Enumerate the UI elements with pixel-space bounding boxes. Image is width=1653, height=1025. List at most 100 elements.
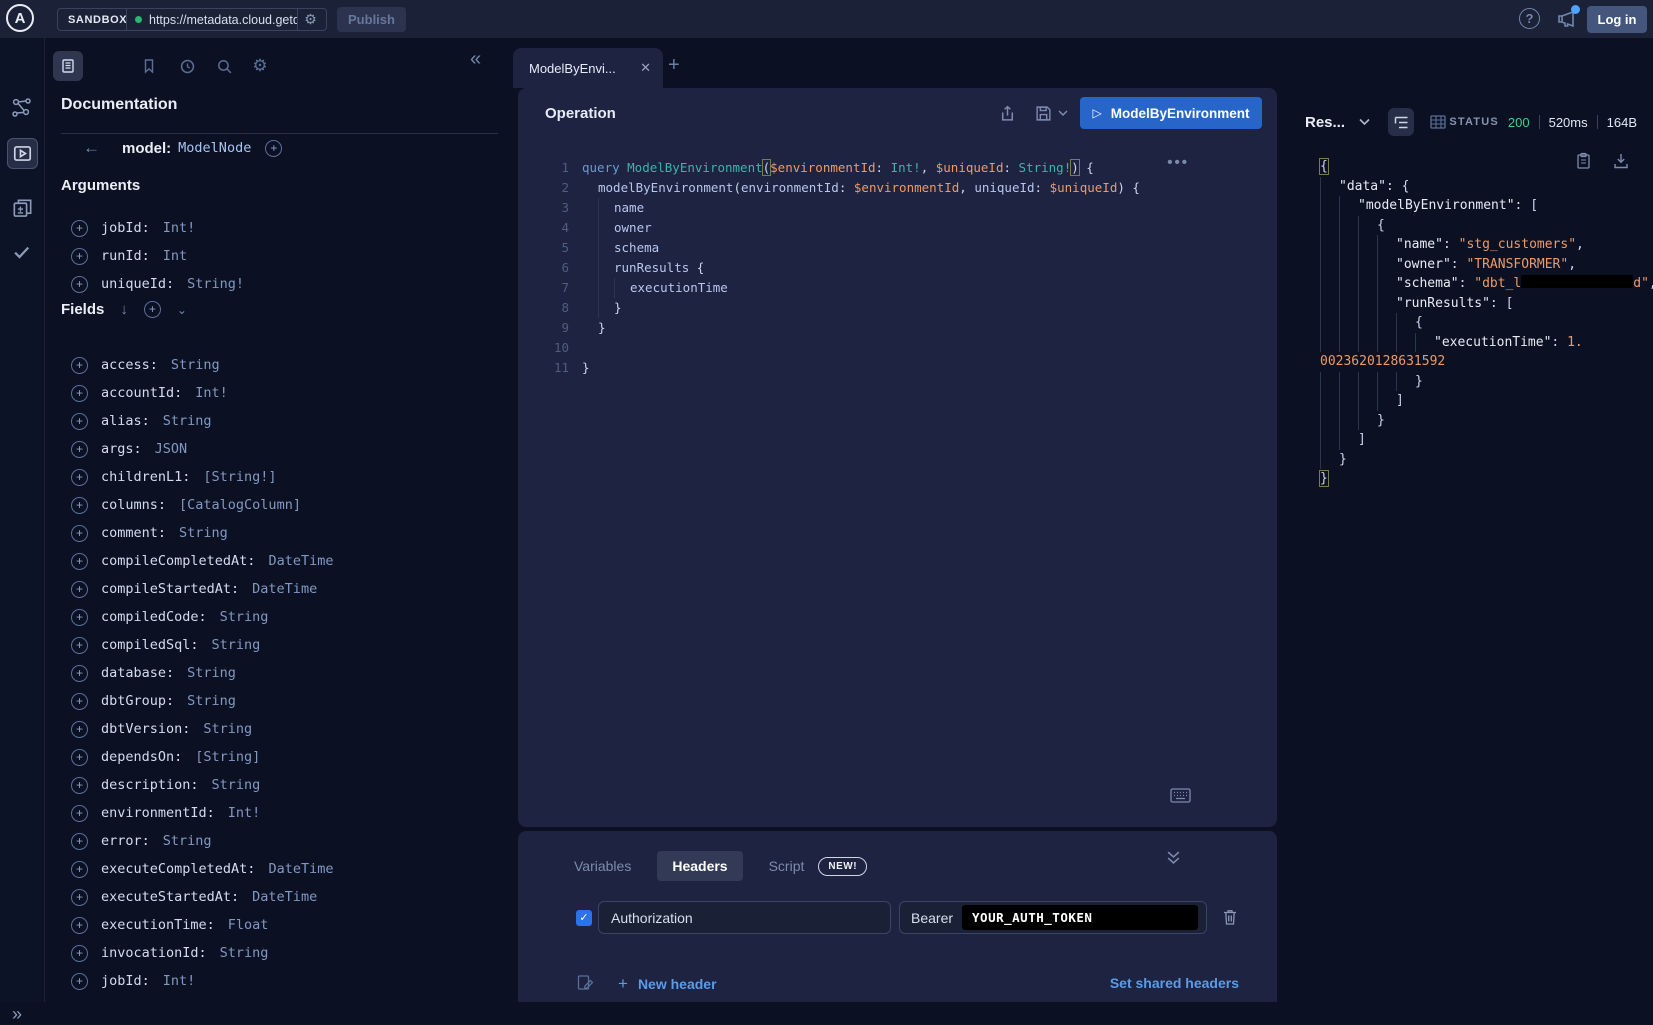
- response-chevron-icon[interactable]: [1359, 118, 1370, 126]
- doc-field-row[interactable]: +columns:[CatalogColumn]: [61, 491, 501, 519]
- operation-collections-icon[interactable]: [10, 196, 34, 220]
- add-field-icon[interactable]: +: [71, 357, 88, 374]
- set-shared-headers-button[interactable]: Set shared headers: [1110, 975, 1239, 991]
- search-icon[interactable]: [212, 54, 236, 78]
- endpoint-url[interactable]: https://metadata.cloud.getd: [149, 13, 297, 27]
- field-type[interactable]: DateTime: [268, 553, 333, 569]
- field-type[interactable]: String: [220, 609, 269, 625]
- new-header-button[interactable]: + New header: [618, 974, 717, 994]
- doc-field-row[interactable]: +dependsOn:[String]: [61, 743, 501, 771]
- add-field-icon[interactable]: +: [71, 637, 88, 654]
- doc-field-row[interactable]: +compiledCode:String: [61, 603, 501, 631]
- doc-field-row[interactable]: +dbtVersion:String: [61, 715, 501, 743]
- doc-field-row[interactable]: +compileStartedAt:DateTime: [61, 575, 501, 603]
- field-type[interactable]: String: [203, 721, 252, 737]
- add-field-icon[interactable]: +: [71, 581, 88, 598]
- help-icon[interactable]: ?: [1519, 8, 1540, 29]
- field-type[interactable]: DateTime: [252, 581, 317, 597]
- run-operation-button[interactable]: ▷ ModelByEnvironment: [1080, 97, 1262, 129]
- field-type[interactable]: Int!: [163, 973, 196, 989]
- share-icon[interactable]: [996, 102, 1018, 124]
- checks-icon[interactable]: [10, 240, 34, 264]
- documentation-tab-icon[interactable]: [53, 51, 83, 81]
- edit-headers-json-icon[interactable]: [576, 974, 594, 992]
- field-type[interactable]: [CatalogColumn]: [179, 497, 301, 513]
- doc-field-row[interactable]: +database:String: [61, 659, 501, 687]
- add-field-icon[interactable]: +: [71, 413, 88, 430]
- field-type[interactable]: Int!: [195, 385, 228, 401]
- model-type-link[interactable]: ModelNode: [178, 140, 251, 156]
- add-field-icon[interactable]: +: [71, 276, 88, 293]
- add-field-icon[interactable]: +: [71, 861, 88, 878]
- add-field-icon[interactable]: +: [71, 945, 88, 962]
- doc-field-row[interactable]: +uniqueId:String!: [61, 270, 501, 298]
- doc-field-row[interactable]: +jobId:Int!: [61, 214, 501, 242]
- collapse-bottom-panel-icon[interactable]: [1166, 851, 1181, 864]
- doc-field-row[interactable]: +description:String: [61, 771, 501, 799]
- doc-field-row[interactable]: +invocationId:String: [61, 939, 501, 967]
- doc-field-row[interactable]: +executeCompletedAt:DateTime: [61, 855, 501, 883]
- back-arrow-icon[interactable]: ←: [83, 138, 100, 158]
- add-field-icon[interactable]: +: [71, 973, 88, 990]
- add-field-icon[interactable]: +: [71, 525, 88, 542]
- tree-view-toggle-icon[interactable]: [1388, 108, 1414, 136]
- doc-field-row[interactable]: +executeStartedAt:DateTime: [61, 883, 501, 911]
- header-value-input[interactable]: Bearer YOUR_AUTH_TOKEN: [899, 901, 1207, 934]
- doc-field-row[interactable]: +access:String: [61, 351, 501, 379]
- add-field-icon[interactable]: +: [71, 609, 88, 626]
- header-enabled-checkbox[interactable]: ✓: [576, 910, 592, 926]
- tab-script[interactable]: Script: [769, 858, 805, 874]
- field-type[interactable]: DateTime: [268, 861, 333, 877]
- field-type[interactable]: [String]: [195, 749, 260, 765]
- field-type[interactable]: Int!: [228, 805, 261, 821]
- new-tab-icon[interactable]: +: [668, 54, 680, 77]
- doc-field-row[interactable]: +accountId:Int!: [61, 379, 501, 407]
- doc-field-row[interactable]: +executionTime:Float: [61, 911, 501, 939]
- publish-button[interactable]: Publish: [337, 7, 406, 32]
- table-view-toggle-icon[interactable]: [1426, 108, 1449, 136]
- field-type[interactable]: String: [171, 357, 220, 373]
- field-type[interactable]: String: [163, 833, 212, 849]
- add-field-icon[interactable]: +: [71, 248, 88, 265]
- save-icon[interactable]: [1032, 102, 1054, 124]
- doc-field-row[interactable]: +error:String: [61, 827, 501, 855]
- save-chevron-icon[interactable]: [1056, 102, 1070, 124]
- field-type[interactable]: String: [220, 945, 269, 961]
- add-field-icon[interactable]: +: [71, 441, 88, 458]
- add-field-icon[interactable]: +: [71, 777, 88, 794]
- add-field-icon[interactable]: +: [71, 749, 88, 766]
- field-type[interactable]: String: [187, 665, 236, 681]
- doc-field-row[interactable]: +args:JSON: [61, 435, 501, 463]
- explorer-icon[interactable]: [7, 138, 38, 169]
- add-field-icon[interactable]: +: [71, 693, 88, 710]
- apollo-logo-icon[interactable]: A: [6, 4, 34, 32]
- endpoint-url-input[interactable]: https://metadata.cloud.getd ⚙: [126, 8, 327, 31]
- add-field-icon[interactable]: +: [71, 469, 88, 486]
- field-type[interactable]: String: [212, 637, 261, 653]
- field-type[interactable]: Int: [163, 248, 187, 264]
- add-field-icon[interactable]: +: [71, 805, 88, 822]
- collapse-panel-icon[interactable]: «: [470, 48, 481, 71]
- header-name-input[interactable]: Authorization: [598, 901, 891, 934]
- add-field-icon[interactable]: +: [71, 665, 88, 682]
- field-type[interactable]: Float: [228, 917, 269, 933]
- expand-rail-icon[interactable]: »: [12, 1004, 22, 1025]
- field-type[interactable]: String!: [187, 276, 244, 292]
- doc-field-row[interactable]: +childrenL1:[String!]: [61, 463, 501, 491]
- response-title[interactable]: Res...: [1305, 114, 1345, 131]
- add-field-icon[interactable]: +: [71, 721, 88, 738]
- field-type[interactable]: Int!: [163, 220, 196, 236]
- add-field-icon[interactable]: +: [71, 497, 88, 514]
- doc-field-row[interactable]: +dbtGroup:String: [61, 687, 501, 715]
- connection-settings-gear-icon[interactable]: ⚙: [297, 9, 323, 30]
- doc-field-row[interactable]: +jobId:Int!: [61, 967, 501, 995]
- field-type[interactable]: String: [163, 413, 212, 429]
- auth-token-value[interactable]: YOUR_AUTH_TOKEN: [962, 905, 1198, 930]
- field-type[interactable]: DateTime: [252, 889, 317, 905]
- history-icon[interactable]: [175, 54, 199, 78]
- response-json[interactable]: {"data": {"modelByEnvironment": [{"name"…: [1277, 148, 1653, 489]
- announcements-icon[interactable]: [1554, 7, 1578, 31]
- field-type[interactable]: [String!]: [203, 469, 276, 485]
- field-type[interactable]: String: [179, 525, 228, 541]
- add-field-icon[interactable]: +: [71, 220, 88, 237]
